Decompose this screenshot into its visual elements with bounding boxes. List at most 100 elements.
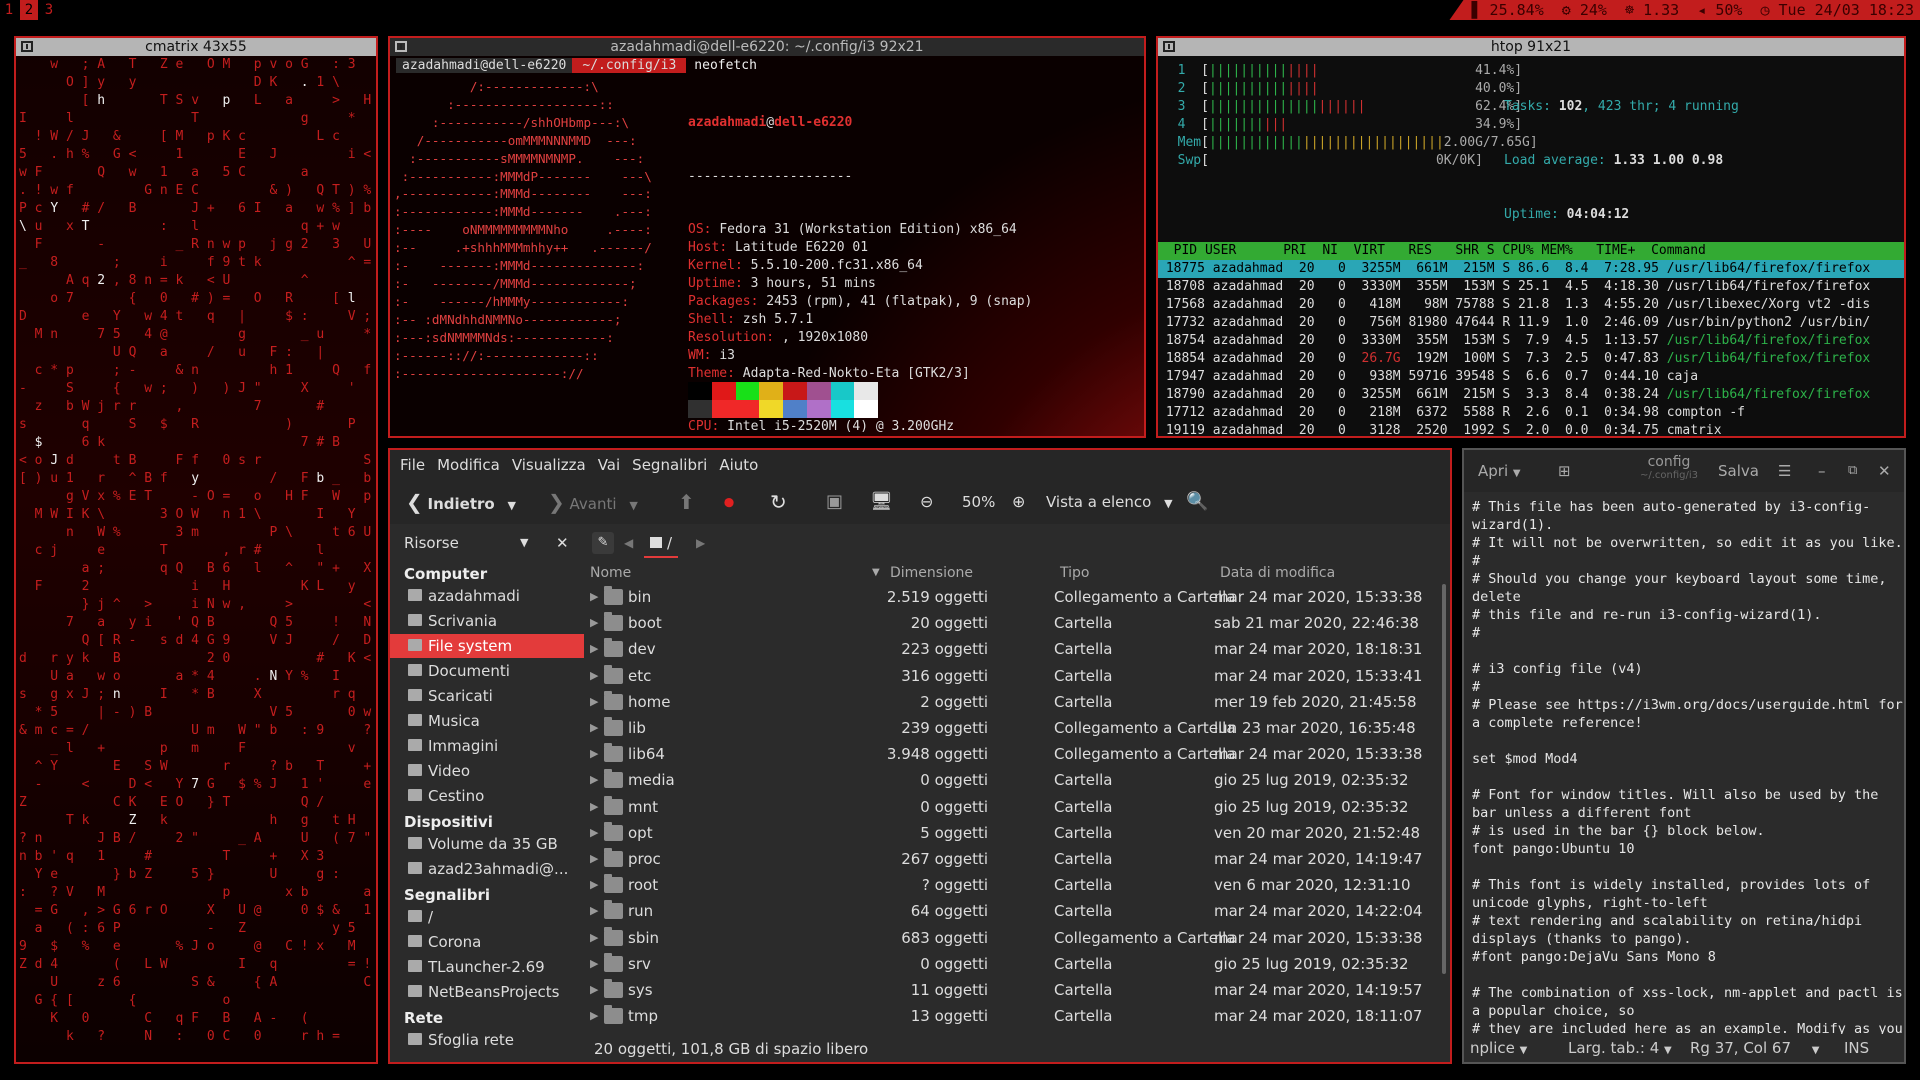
sidebar-item[interactable]: Cestino — [390, 784, 584, 808]
process-row[interactable]: 18708 azadahmad 20 0 3330M 355M 153M S 2… — [1158, 278, 1904, 296]
path-right-arrow[interactable]: ▶ — [696, 532, 705, 554]
tab-width-selector[interactable]: Larg. tab.: 4 ▼ — [1568, 1034, 1672, 1062]
expander-icon[interactable]: ▶ — [590, 977, 598, 1003]
minimize-icon[interactable]: – — [1818, 460, 1826, 482]
expander-icon[interactable]: ▶ — [590, 820, 598, 846]
process-row[interactable]: 18854 azadahmad 20 0 26.7G 192M 100M S 7… — [1158, 350, 1904, 368]
file-row[interactable]: ▶ opt 5 oggetti Cartella ven 20 mar 2020, 21… — [584, 820, 1440, 846]
htop-window[interactable]: htop 91x21 1 [|||||||||||||| 41.4%] 2 [|… — [1156, 36, 1906, 438]
process-list[interactable]: 18775 azadahmad 20 0 3255M 661M 215M S 8… — [1158, 260, 1904, 436]
col-date[interactable]: Data di modifica — [1220, 562, 1335, 584]
editor-text-area[interactable]: # This file has been auto-generated by i… — [1466, 492, 1903, 1037]
window-titlebar[interactable]: htop 91x21 — [1158, 38, 1904, 56]
sidebar-item[interactable]: TLauncher-2.69 — [390, 955, 584, 979]
menu-aiuto[interactable]: Aiuto — [719, 450, 758, 480]
sidebar-item[interactable]: Scaricati — [390, 684, 584, 708]
process-row[interactable]: 17732 azadahmad 20 0 756M 81980 47644 R … — [1158, 314, 1904, 332]
col-size[interactable]: Dimensione — [890, 562, 973, 584]
file-row[interactable]: ▶ lib 239 oggetti Collegamento a Cartella lu… — [584, 715, 1440, 741]
zoom-out-icon[interactable]: ⊖ — [920, 480, 933, 524]
workspace-2[interactable]: 2 — [20, 0, 38, 20]
sidebar-item[interactable]: Video — [390, 759, 584, 783]
expander-icon[interactable]: ▶ — [590, 689, 598, 715]
sidebar-item[interactable]: Musica — [390, 709, 584, 733]
process-header[interactable]: PID USER PRI NI VIRT RES SHR S CPU% MEM%… — [1158, 242, 1904, 260]
file-row[interactable]: ▶ etc 316 oggetti Cartella mar 24 mar 2020, … — [584, 663, 1440, 689]
file-row[interactable]: ▶ mnt 0 oggetti Cartella gio 25 lug 2019, 02… — [584, 794, 1440, 820]
path-root-button[interactable]: / — [644, 530, 679, 558]
sidebar-item[interactable]: azadahmadi — [390, 584, 584, 608]
workspace-1[interactable]: 1 — [0, 0, 18, 20]
sidebar-item[interactable]: azad23ahmadi@... — [390, 857, 584, 881]
process-row[interactable]: 18790 azadahmad 20 0 3255M 661M 215M S 3… — [1158, 386, 1904, 404]
sidebar-item[interactable]: Volume da 35 GB — [390, 832, 584, 856]
sidebar-combo[interactable]: Risorse ▼ ✕ — [390, 524, 584, 562]
forward-button[interactable]: ❯ Avanti ▼ — [548, 480, 638, 524]
process-row[interactable]: 17947 azadahmad 20 0 938M 59716 39548 S … — [1158, 368, 1904, 386]
maximize-icon[interactable]: ⧉ — [1848, 460, 1857, 482]
process-row[interactable]: 19119 azadahmad 20 0 3128 2520 1992 S 2.… — [1158, 422, 1904, 436]
window-titlebar[interactable]: cmatrix 43x55 — [16, 38, 376, 56]
sidebar-item[interactable]: Immagini — [390, 734, 584, 758]
sidebar-item[interactable]: Documenti — [390, 659, 584, 683]
edit-location-button[interactable]: ✎ — [592, 532, 614, 554]
home-folder-icon[interactable]: ▣ — [826, 480, 843, 524]
path-left-arrow[interactable]: ◀ — [624, 532, 633, 554]
menu-segnalibri[interactable]: Segnalibri — [632, 450, 707, 480]
menu-file[interactable]: File — [400, 450, 425, 480]
zoom-in-icon[interactable]: ⊕ — [1012, 480, 1025, 524]
language-selector[interactable]: nplice ▼ — [1470, 1034, 1527, 1062]
expander-icon[interactable]: ▶ — [590, 872, 598, 898]
menu-icon[interactable]: ☰ — [1778, 460, 1791, 482]
sidebar-item[interactable]: NetBeansProjects — [390, 980, 584, 1004]
close-icon[interactable]: ✕ — [556, 524, 569, 562]
process-row[interactable]: 18775 azadahmad 20 0 3255M 661M 215M S 8… — [1158, 260, 1904, 278]
col-type[interactable]: Tipo — [1060, 562, 1089, 584]
up-icon[interactable]: ⬆ — [678, 480, 695, 524]
file-row[interactable]: ▶ run 64 oggetti Cartella mar 24 mar 2020, 1… — [584, 898, 1440, 924]
view-selector[interactable]: Vista a elenco ▼ — [1046, 480, 1173, 524]
menu-vai[interactable]: Vai — [598, 450, 620, 480]
file-row[interactable]: ▶ boot 20 oggetti Cartella sab 21 mar 2020, … — [584, 610, 1440, 636]
computer-icon[interactable]: 🖥 — [870, 480, 893, 524]
expander-icon[interactable]: ▶ — [590, 898, 598, 924]
process-row[interactable]: 18754 azadahmad 20 0 3330M 355M 153M S 7… — [1158, 332, 1904, 350]
new-tab-icon[interactable]: ⊞ — [1558, 460, 1571, 482]
expander-icon[interactable]: ▶ — [590, 767, 598, 793]
file-row[interactable]: ▶ bin 2.519 oggetti Collegamento a Cartella… — [584, 584, 1440, 610]
expander-icon[interactable]: ▶ — [590, 951, 598, 977]
file-row[interactable]: ▶ home 2 oggetti Cartella mer 19 feb 2020, 2… — [584, 689, 1440, 715]
text-editor-window[interactable]: Apri ▼ ⊞ config ~/.config/i3 Salva ☰ – ⧉… — [1462, 448, 1906, 1064]
sidebar-item[interactable]: Corona — [390, 930, 584, 954]
reload-icon[interactable]: ↻ — [770, 480, 787, 524]
close-icon[interactable]: ✕ — [1878, 460, 1891, 482]
file-row[interactable]: ▶ root ? oggetti Cartella ven 6 mar 2020, 12… — [584, 872, 1440, 898]
expander-icon[interactable]: ▶ — [590, 663, 598, 689]
expander-icon[interactable]: ▶ — [590, 794, 598, 820]
back-button[interactable]: ❮ Indietro ▼ — [406, 480, 516, 524]
file-row[interactable]: ▶ dev 223 oggetti Cartella mar 24 mar 2020, … — [584, 636, 1440, 662]
file-row[interactable]: ▶ proc 267 oggetti Cartella mar 24 mar 2020,… — [584, 846, 1440, 872]
file-row[interactable]: ▶ tmp 13 oggetti Cartella mar 24 mar 2020, 1… — [584, 1003, 1440, 1029]
col-name[interactable]: Nome — [590, 562, 631, 584]
save-button[interactable]: Salva — [1718, 460, 1759, 482]
sidebar-item[interactable]: File system — [390, 634, 584, 658]
open-button[interactable]: Apri ▼ — [1478, 460, 1521, 485]
sidebar-item[interactable]: Scrivania — [390, 609, 584, 633]
insert-mode[interactable]: INS — [1844, 1034, 1869, 1062]
expander-icon[interactable]: ▶ — [590, 925, 598, 951]
expander-icon[interactable]: ▶ — [590, 715, 598, 741]
workspace-3[interactable]: 3 — [40, 0, 58, 20]
menu-visualizza[interactable]: Visualizza — [512, 450, 586, 480]
file-row[interactable]: ▶ srv 0 oggetti Cartella gio 25 lug 2019, 02… — [584, 951, 1440, 977]
expander-icon[interactable]: ▶ — [590, 636, 598, 662]
process-row[interactable]: 17568 azadahmad 20 0 418M 98M 75788 S 21… — [1158, 296, 1904, 314]
expander-icon[interactable]: ▶ — [590, 846, 598, 872]
stop-icon[interactable]: ⏺ — [724, 480, 734, 524]
cmatrix-window[interactable]: cmatrix 43x55 w ; A T Z e O M p v o G : … — [14, 36, 378, 1064]
scrollbar[interactable] — [1442, 584, 1446, 974]
cursor-position[interactable]: Rg 37, Col 67 ▼ — [1690, 1034, 1820, 1062]
menu-modifica[interactable]: Modifica — [437, 450, 500, 480]
expander-icon[interactable]: ▶ — [590, 1003, 598, 1029]
sidebar-item[interactable]: / — [390, 905, 584, 929]
